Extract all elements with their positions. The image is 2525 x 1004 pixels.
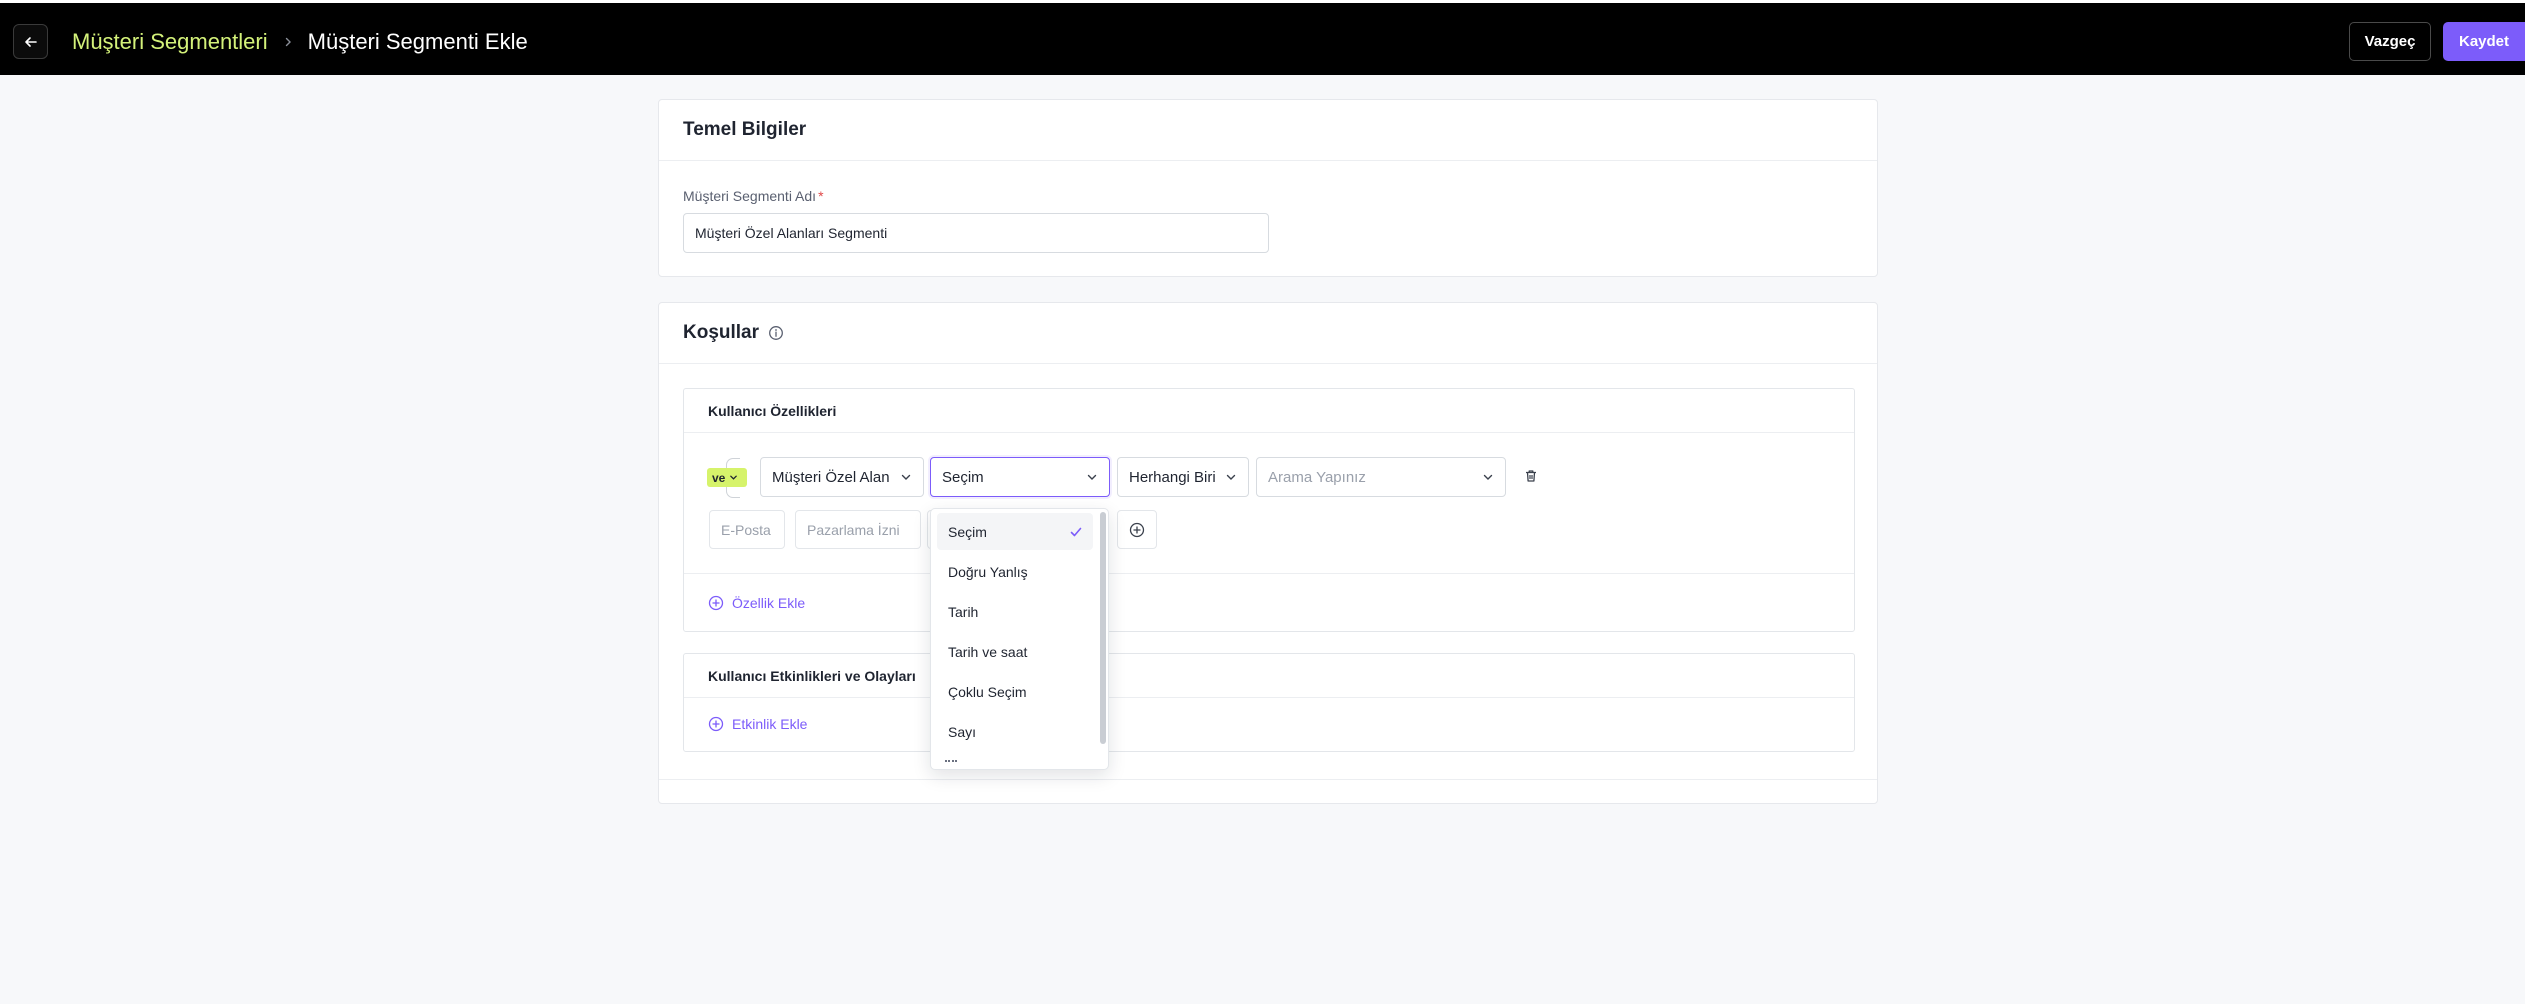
dropdown-option[interactable]: Çoklu Seçim xyxy=(937,673,1093,710)
operator-select-value: Herhangi Biri xyxy=(1129,468,1216,486)
conditions-title: Koşullar xyxy=(683,322,760,343)
dropdown-option[interactable]: Doğru Yanlış xyxy=(937,553,1093,590)
type-select-value: Seçim xyxy=(942,468,984,486)
dropdown-option-label: Tarih xyxy=(948,603,979,620)
dropdown-option[interactable]: Tarih xyxy=(937,593,1093,630)
dropdown-option-label: Seçim xyxy=(948,523,987,540)
cancel-button[interactable]: Vazgeç xyxy=(2349,22,2431,61)
plus-circle-icon xyxy=(708,595,724,611)
required-mark: * xyxy=(818,188,824,204)
add-event-link[interactable]: Etkinlik Ekle xyxy=(708,716,807,732)
add-property-link[interactable]: Özellik Ekle xyxy=(708,595,805,611)
dropdown-option[interactable]: Tarih ve saat xyxy=(937,633,1093,670)
arrow-left-icon xyxy=(24,36,37,47)
trash-icon xyxy=(1526,470,1536,482)
page-title: Müşteri Segmenti Ekle xyxy=(307,29,528,54)
chevron-right-icon xyxy=(282,36,294,48)
segment-name-label: Müşteri Segmenti Adı * xyxy=(683,188,824,204)
dropdown-scrollbar[interactable] xyxy=(1100,512,1106,744)
check-icon xyxy=(1070,527,1082,536)
quick-field-tag[interactable]: Pazarlama İzni xyxy=(795,510,921,549)
back-button[interactable] xyxy=(13,24,48,59)
chevron-down-icon xyxy=(1483,474,1493,480)
dropdown-option-label: Doğru Yanlış xyxy=(948,563,1028,580)
chevron-down-icon xyxy=(1226,474,1236,480)
dropdown-option-label: Sayı xyxy=(948,723,977,740)
user-events-title: Kullanıcı Etkinlikleri ve Olayları xyxy=(684,654,1854,698)
operator-select[interactable]: Herhangi Biri xyxy=(1117,457,1249,497)
dropdown-option-label: Çoklu Seçim xyxy=(948,683,1027,700)
value-search-select[interactable]: Arama Yapınız xyxy=(1256,457,1506,497)
save-button[interactable]: Kaydet xyxy=(2443,22,2525,61)
conditions-card: Koşullar Kullanıcı Özellikleri Özellik E… xyxy=(658,302,1878,804)
chevron-down-icon xyxy=(729,473,738,482)
dropdown-option-partial xyxy=(945,760,957,764)
add-event-label: Etkinlik Ekle xyxy=(732,716,808,732)
breadcrumb-parent-link[interactable]: Müşteri Segmentleri xyxy=(72,29,268,55)
type-select[interactable]: Seçim xyxy=(930,457,1110,497)
field-select-value: Müşteri Özel Alan xyxy=(772,468,890,486)
dropdown-option[interactable]: Sayı xyxy=(937,713,1093,750)
field-select[interactable]: Müşteri Özel Alan xyxy=(760,457,924,497)
plus-circle-icon xyxy=(1129,522,1145,537)
value-search-placeholder: Arama Yapınız xyxy=(1268,468,1366,486)
chevron-down-icon xyxy=(1087,474,1097,480)
segment-name-input[interactable] xyxy=(683,213,1269,253)
user-properties-title: Kullanıcı Özellikleri xyxy=(684,389,1854,433)
add-quick-field-button[interactable] xyxy=(1117,510,1157,549)
info-icon[interactable] xyxy=(768,325,784,341)
conditions-header: Koşullar xyxy=(659,303,1877,364)
type-dropdown-menu: Seçim Doğru Yanlış Tarih Tarih ve saat Ç… xyxy=(930,508,1109,770)
dropdown-option-label: Tarih ve saat xyxy=(948,643,1028,660)
dropdown-option[interactable]: Seçim xyxy=(937,513,1093,550)
basic-info-title: Temel Bilgiler xyxy=(659,100,1877,161)
basic-info-card: Temel Bilgiler Müşteri Segmenti Adı * xyxy=(658,99,1878,277)
add-property-label: Özellik Ekle xyxy=(732,595,806,611)
breadcrumb: Müşteri Segmentleri Müşteri Segmenti Ekl… xyxy=(72,27,528,57)
quick-field-tag[interactable]: E-Posta xyxy=(709,510,785,549)
logic-operator-label: ve xyxy=(712,470,726,485)
delete-condition-button[interactable] xyxy=(1523,468,1539,484)
user-events-section: Kullanıcı Etkinlikleri ve Olayları Etkin… xyxy=(683,653,1855,752)
segment-name-label-text: Müşteri Segmenti Adı xyxy=(683,188,817,204)
chevron-down-icon xyxy=(901,474,911,480)
top-bar: Müşteri Segmentleri Müşteri Segmenti Ekl… xyxy=(0,0,2525,75)
plus-circle-icon xyxy=(708,716,724,732)
logic-operator-toggle[interactable]: ve xyxy=(707,468,747,487)
